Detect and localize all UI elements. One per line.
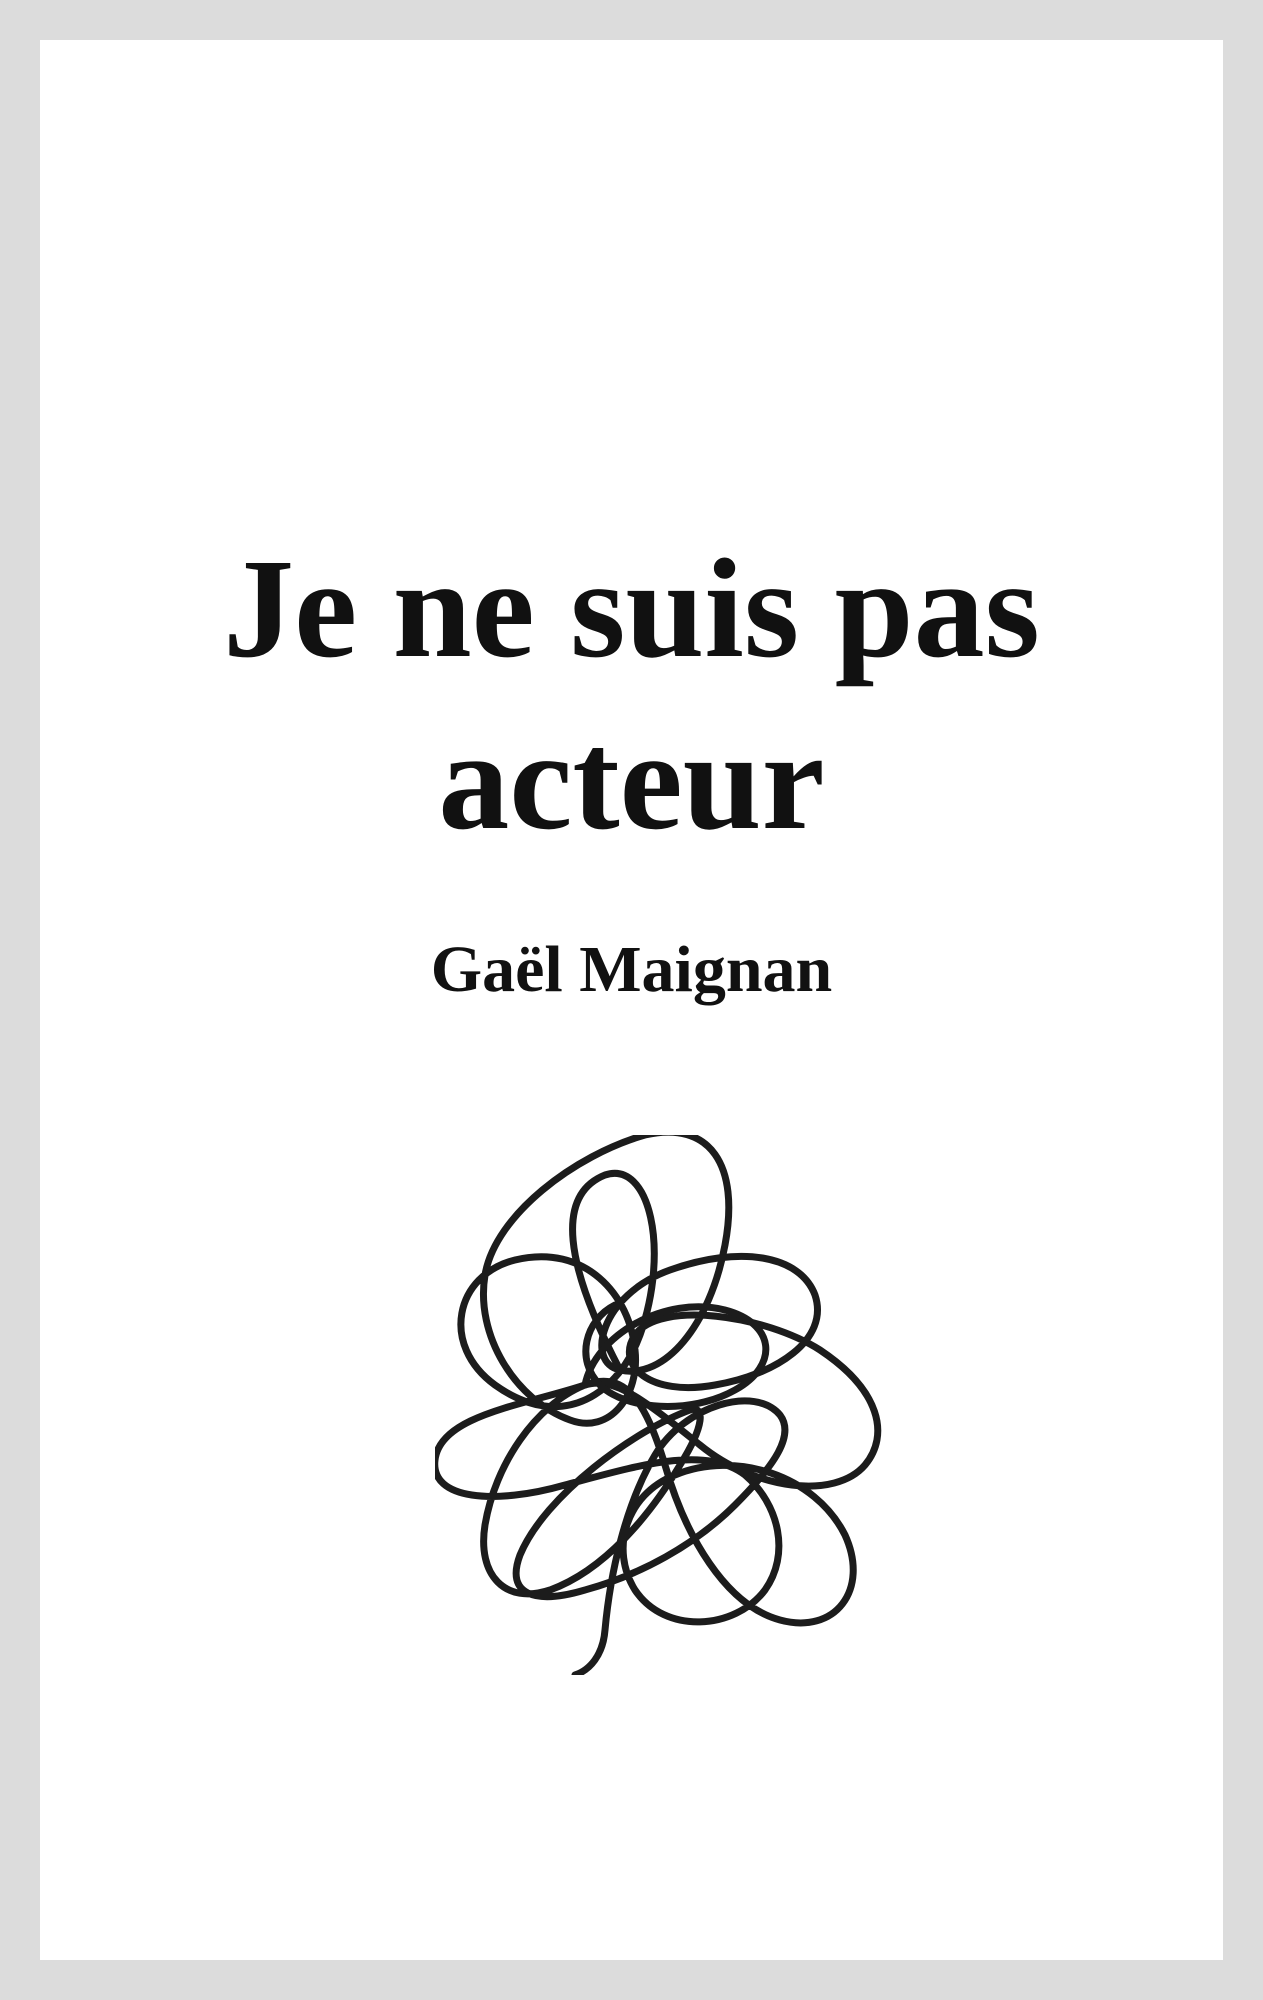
book-title-line-2: acteur [438, 701, 825, 859]
author-name: Gaël Maignan [430, 933, 833, 1006]
scribble-illustration [435, 1135, 882, 1675]
book-title-line-1: Je ne suis pas [223, 529, 1040, 687]
book-title: Je ne suis pas acteur [40, 522, 1223, 866]
book-cover: Je ne suis pas acteur Gaël Maignan [40, 40, 1223, 1960]
